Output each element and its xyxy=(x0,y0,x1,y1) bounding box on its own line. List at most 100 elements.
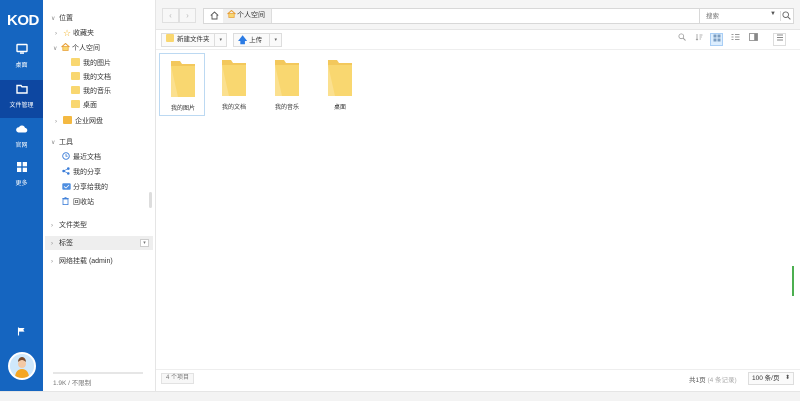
flag-icon[interactable] xyxy=(17,327,26,338)
tree-section-tools[interactable]: ∨ 工具 xyxy=(51,136,73,149)
tree-item-my-share[interactable]: 我的分享 xyxy=(62,166,101,179)
upload-button[interactable]: 🡅 上传 ▾ xyxy=(233,33,282,47)
enterprise-folder-icon xyxy=(63,116,72,124)
nav-item-label: 文件管理 xyxy=(9,103,34,109)
page-count: 共1页 xyxy=(689,377,706,384)
tree-item-recent-docs[interactable]: 最近文档 xyxy=(62,151,101,164)
search-icon[interactable] xyxy=(782,11,791,22)
tree-label: 网络挂载 (admin) xyxy=(59,258,113,265)
back-button[interactable]: ‹ xyxy=(162,8,179,23)
tree-section-network-mount[interactable]: › 网络挂载 (admin) xyxy=(51,255,113,268)
tree-label: 分享给我的 xyxy=(73,184,108,191)
clock-icon xyxy=(62,152,73,165)
folder-icon xyxy=(166,34,174,42)
address-bar[interactable]: 个人空间 ★ ↑ xyxy=(203,8,745,24)
new-folder-button[interactable]: 新建文件夹 ▾ xyxy=(161,33,227,47)
chevron-down-icon[interactable]: ▼ xyxy=(770,11,776,17)
status-bar: 4 个项目 共1页 (4 条记录) 100 条/页 ⬍ xyxy=(156,369,800,387)
home-icon[interactable] xyxy=(210,11,219,22)
cloud-icon xyxy=(0,120,43,138)
folder-icon xyxy=(71,86,80,94)
breadcrumb-label: 个人空间 xyxy=(237,12,265,19)
search-box[interactable]: ▼ xyxy=(699,8,794,24)
app-logo[interactable]: KOD xyxy=(7,12,39,29)
address-toolbar: ‹ › 个人空间 ★ ↑ ▼ xyxy=(156,0,800,30)
tree-label: 位置 xyxy=(59,15,73,22)
tree-item-my-music[interactable]: 我的音乐 xyxy=(71,85,111,98)
nav-item-website[interactable]: 官网 xyxy=(0,120,43,158)
file-name: 我的文档 xyxy=(221,105,246,111)
tree-label: 回收站 xyxy=(73,199,94,206)
home-icon xyxy=(61,42,72,56)
nav-item-label: 更多 xyxy=(15,181,28,187)
chevron-down-icon: ∨ xyxy=(51,16,56,22)
avatar[interactable] xyxy=(8,352,36,380)
tree-item-my-documents[interactable]: 我的文档 xyxy=(71,71,111,84)
breadcrumb-personal-space[interactable]: 个人空间 xyxy=(223,9,272,23)
scroll-indicator[interactable] xyxy=(792,266,794,296)
home-icon xyxy=(227,9,237,24)
file-item-my-music[interactable]: 我的音乐 xyxy=(264,53,310,116)
icon-view-icon[interactable] xyxy=(710,33,723,46)
menu-icon[interactable] xyxy=(773,33,786,46)
forward-button[interactable]: › xyxy=(179,8,196,23)
chevron-down-icon: ∨ xyxy=(53,46,58,52)
file-name: 我的图片 xyxy=(170,106,195,112)
folder-icon xyxy=(71,100,80,108)
nav-item-desktop[interactable]: 桌面 xyxy=(0,40,43,78)
share-icon xyxy=(62,167,73,180)
tree-item-enterprise-drive[interactable]: › 企业网盘 xyxy=(55,115,103,128)
pagination-info: 共1页 (4 条记录) xyxy=(689,374,737,384)
tree-item-favorites[interactable]: › ☆ 收藏夹 xyxy=(55,27,94,40)
nav-item-more[interactable]: 更多 xyxy=(0,158,43,196)
tree-section-file-types[interactable]: › 文件类型 xyxy=(51,219,87,232)
trash-icon xyxy=(62,197,73,210)
tree-item-recycle-bin[interactable]: 回收站 xyxy=(62,196,94,209)
chevron-down-icon: ∨ xyxy=(51,140,56,146)
tree-label: 我的文档 xyxy=(83,74,111,81)
search-divider xyxy=(780,11,781,21)
chevron-down-icon[interactable]: ▾ xyxy=(140,239,149,247)
chevron-down-icon[interactable]: ▾ xyxy=(214,34,226,46)
monitor-icon xyxy=(0,40,43,58)
chevron-right-icon: › xyxy=(51,223,53,229)
upload-arrow-icon: 🡅 xyxy=(238,35,248,45)
sort-icon[interactable] xyxy=(692,33,705,46)
main-nav: KOD 桌面 文件管理 官网 更多 xyxy=(0,0,43,401)
tree-item-personal-space[interactable]: ∨ 个人空间 xyxy=(53,42,100,55)
file-name: 桌面 xyxy=(333,105,346,111)
new-folder-label: 新建文件夹 xyxy=(177,36,210,43)
list-view-icon[interactable] xyxy=(729,33,742,46)
back-arrow-icon: ‹ xyxy=(169,11,172,20)
folder-icon xyxy=(0,80,43,98)
tree-section-location[interactable]: ∨ 位置 xyxy=(51,12,73,25)
panel-divider[interactable] xyxy=(155,0,156,401)
tree-item-shared-with-me[interactable]: 分享给我的 xyxy=(62,181,108,194)
file-item-my-pictures[interactable]: 我的图片 xyxy=(159,53,205,116)
tree-item-desktop[interactable]: 桌面 xyxy=(71,99,97,112)
tree-scrollbar[interactable] xyxy=(149,192,152,208)
file-item-desktop[interactable]: 桌面 xyxy=(317,53,363,116)
star-icon: ☆ xyxy=(63,28,72,38)
nav-item-label: 官网 xyxy=(15,143,28,149)
grid-icon xyxy=(0,158,43,176)
chevron-right-icon: › xyxy=(55,31,57,37)
tree-label: 桌面 xyxy=(83,102,97,109)
tree-item-my-pictures[interactable]: 我的图片 xyxy=(71,57,111,70)
chevron-down-icon[interactable]: ▾ xyxy=(269,34,281,46)
tree-label: 企业网盘 xyxy=(75,118,103,125)
split-view-icon[interactable] xyxy=(747,33,760,46)
chevron-right-icon: › xyxy=(51,259,53,265)
tree-label: 个人空间 xyxy=(72,45,100,52)
tree-label: 收藏夹 xyxy=(73,30,94,37)
forward-arrow-icon: › xyxy=(186,11,189,20)
per-page-select[interactable]: 100 条/页 ⬍ xyxy=(748,372,794,385)
file-item-my-documents[interactable]: 我的文档 xyxy=(211,53,257,116)
search-input[interactable] xyxy=(706,9,766,23)
file-name: 我的音乐 xyxy=(274,105,299,111)
window-bottom-edge xyxy=(0,391,800,401)
tree-section-tags[interactable]: › 标签 xyxy=(51,237,73,250)
zoom-icon[interactable] xyxy=(675,33,688,46)
nav-item-file-manager[interactable]: 文件管理 xyxy=(0,80,43,118)
folder-icon xyxy=(274,58,300,98)
